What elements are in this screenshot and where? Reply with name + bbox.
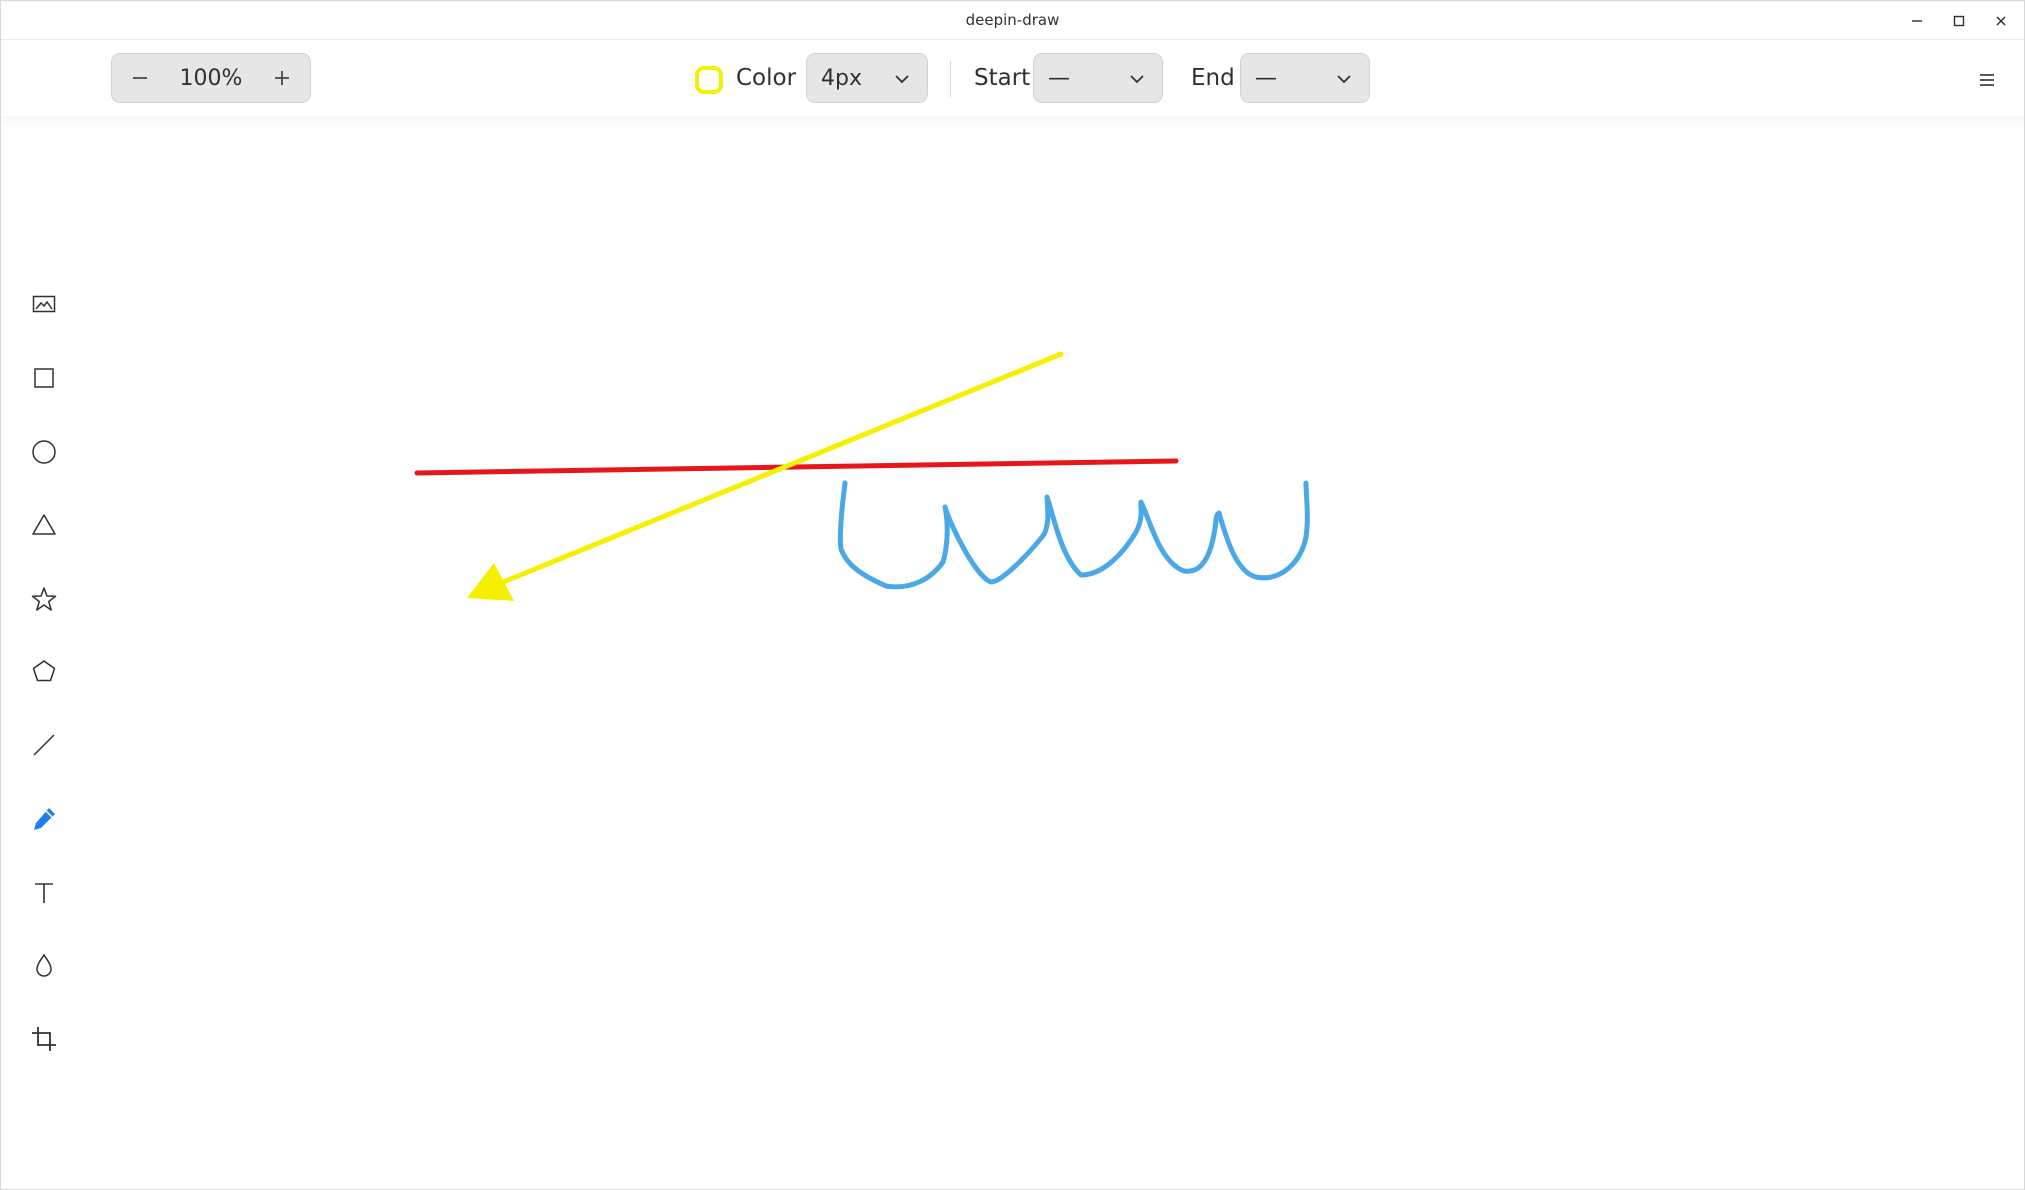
color-label: Color — [736, 65, 797, 91]
star-icon — [31, 587, 57, 611]
minimize-icon — [1912, 19, 1922, 22]
maximize-button[interactable] — [1938, 1, 1980, 40]
tool-polygon[interactable] — [19, 646, 69, 696]
drawing-canvas[interactable] — [1, 117, 2025, 1190]
end-style-select[interactable]: — — [1240, 53, 1370, 103]
text-icon — [35, 883, 53, 903]
polygon-icon — [32, 660, 56, 682]
blur-icon — [36, 953, 52, 977]
start-style-value: — — [1048, 65, 1070, 91]
crop-icon — [32, 1027, 56, 1051]
tool-line[interactable] — [19, 720, 69, 770]
minimize-button[interactable] — [1896, 1, 1938, 40]
chevron-down-icon — [1337, 75, 1351, 84]
tool-import-image[interactable] — [19, 279, 69, 329]
tool-crop[interactable] — [19, 1014, 69, 1064]
rectangle-icon — [34, 368, 54, 388]
zoom-in-button[interactable] — [254, 54, 310, 102]
hamburger-menu-icon — [1980, 74, 1994, 86]
tool-ellipse[interactable] — [19, 427, 69, 477]
ellipse-icon — [32, 440, 56, 464]
image-icon — [32, 295, 56, 313]
stroke-width-value: 4px — [821, 65, 862, 91]
window-title: deepin-draw — [965, 11, 1060, 29]
stroke-width-select[interactable]: 4px — [806, 53, 928, 103]
chevron-down-icon — [895, 75, 909, 84]
end-label: End — [1191, 65, 1235, 91]
close-button[interactable] — [1980, 1, 2022, 40]
end-style-value: — — [1255, 65, 1277, 91]
pencil-icon — [34, 808, 55, 830]
zoom-value[interactable]: 100% — [168, 66, 254, 91]
start-style-select[interactable]: — — [1033, 53, 1163, 103]
tool-text[interactable] — [19, 868, 69, 918]
tool-blur[interactable] — [19, 941, 69, 991]
start-label: Start — [974, 65, 1031, 91]
maximize-icon — [1953, 15, 1965, 26]
blue-freehand-stroke[interactable] — [837, 480, 1310, 590]
chevron-down-icon — [1130, 75, 1144, 84]
zoom-out-button[interactable] — [112, 54, 168, 102]
toolbar-divider — [950, 61, 951, 97]
top-toolbar: 100% Color 4px Start — End — — [1, 41, 2024, 116]
tool-rectangle[interactable] — [19, 353, 69, 403]
triangle-icon — [32, 514, 56, 535]
tool-pencil[interactable] — [19, 794, 69, 844]
zoom-control: 100% — [111, 53, 311, 103]
close-icon — [1996, 16, 2006, 25]
minus-icon — [133, 77, 147, 79]
deepin-draw-window: deepin-draw 100% Color 4px Start — End — — [0, 0, 2025, 1190]
color-swatch-button[interactable] — [695, 66, 723, 94]
tool-triangle[interactable] — [19, 500, 69, 550]
line-icon — [33, 734, 55, 756]
plus-icon — [275, 71, 289, 85]
main-menu-button[interactable] — [1970, 63, 2004, 97]
title-bar: deepin-draw — [1, 1, 2024, 40]
tool-star[interactable] — [19, 574, 69, 624]
